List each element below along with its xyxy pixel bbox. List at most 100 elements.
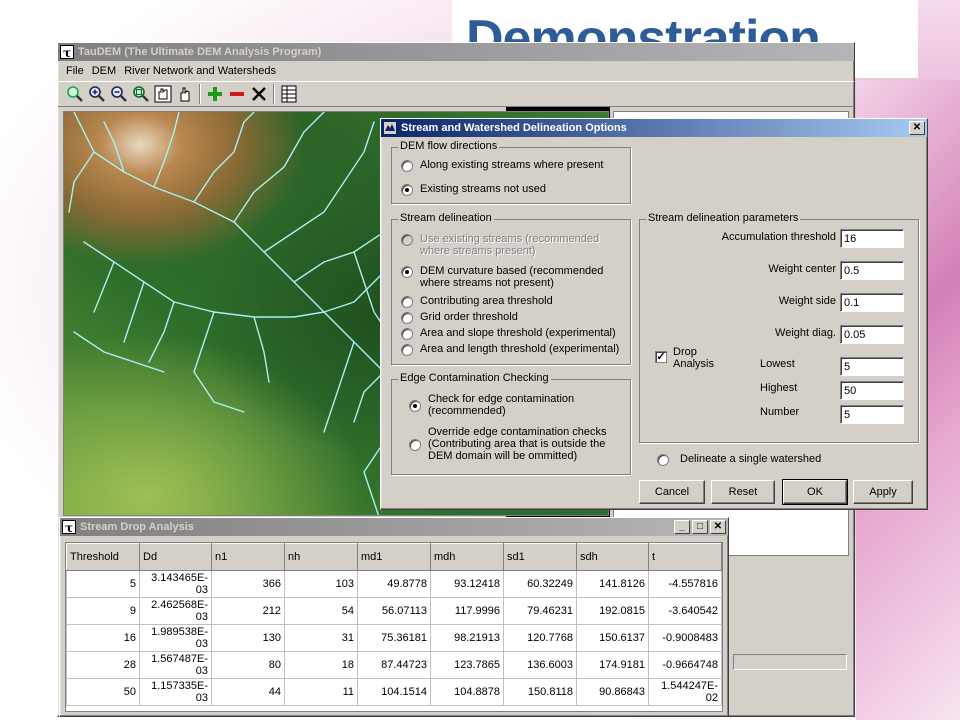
- table-cell: 1.989538E-03: [139, 624, 212, 652]
- tau-icon: τ: [60, 45, 74, 60]
- delete-icon[interactable]: [248, 83, 270, 105]
- table-row[interactable]: 9 2.462568E-03 212 54 56.07113 117.9996 79.462…: [66, 597, 722, 625]
- stream-radio-3[interactable]: [401, 312, 413, 324]
- table-cell: 117.9996: [430, 597, 504, 625]
- table-row[interactable]: 16 1.989538E-03 130 31 75.36181 98.21913 120.7…: [66, 624, 722, 652]
- column-header[interactable]: md1: [357, 543, 431, 571]
- table-row[interactable]: 28 1.567487E-03 80 18 87.44723 123.7865 136.60…: [66, 651, 722, 679]
- pan-icon[interactable]: [152, 83, 174, 105]
- dialog-titlebar[interactable]: Stream and Watershed Delineation Options…: [381, 119, 927, 137]
- edge-option-override[interactable]: Override edge contamination checks (Cont…: [409, 426, 624, 462]
- table-cell: 56.07113: [357, 597, 431, 625]
- stream-option-label: Area and slope threshold (experimental): [420, 327, 616, 339]
- zoom-in-plus-icon[interactable]: [86, 83, 108, 105]
- number-input[interactable]: [840, 405, 904, 424]
- zoom-in-icon[interactable]: [64, 83, 86, 105]
- toolbar-separator: [273, 84, 275, 104]
- table-cell: 90.86843: [576, 678, 649, 706]
- highest-label: Highest: [760, 382, 798, 394]
- single-watershed-label: Delineate a single watershed: [680, 453, 822, 465]
- edge-option-label: Override edge contamination checks (Cont…: [428, 426, 607, 462]
- table-cell: 150.8118: [503, 678, 577, 706]
- column-header[interactable]: mdh: [430, 543, 504, 571]
- table-icon[interactable]: [278, 83, 300, 105]
- cancel-button[interactable]: Cancel: [639, 480, 705, 504]
- minimize-icon[interactable]: _: [674, 520, 690, 534]
- main-titlebar[interactable]: τ TauDEM (The Ultimate DEM Analysis Prog…: [58, 43, 854, 61]
- table-cell: 174.9181: [576, 651, 649, 679]
- edge-option-check[interactable]: Check for edge contamination (recommende…: [409, 393, 624, 417]
- parameters-group: Stream delineation parameters Accumulati…: [639, 212, 919, 443]
- flow-option-label: Existing streams not used: [420, 183, 546, 195]
- maximize-icon[interactable]: □: [692, 520, 708, 534]
- table-row[interactable]: 50 1.157335E-03 44 11 104.1514 104.8878 150.81…: [66, 678, 722, 706]
- table-cell: 1.567487E-03: [139, 651, 212, 679]
- lowest-input[interactable]: [840, 357, 904, 376]
- close-icon[interactable]: ✕: [909, 121, 925, 135]
- zoom-extent-icon[interactable]: [130, 83, 152, 105]
- toolbar: [58, 81, 854, 107]
- lowest-label: Lowest: [760, 358, 795, 370]
- highest-input[interactable]: [840, 381, 904, 400]
- column-header[interactable]: sdh: [576, 543, 649, 571]
- table-cell: 3.143465E-03: [139, 570, 212, 598]
- flow-directions-group: DEM flow directions Along existing strea…: [391, 140, 631, 204]
- table-cell: 136.6003: [503, 651, 577, 679]
- table-cell: 60.32249: [503, 570, 577, 598]
- table-cell: 18: [284, 651, 358, 679]
- flow-radio-0[interactable]: [401, 160, 413, 172]
- stream-radio-1[interactable]: [401, 266, 413, 278]
- stream-radio-5[interactable]: [401, 344, 413, 356]
- close-icon[interactable]: ✕: [710, 520, 726, 534]
- stream-option-area-slope[interactable]: Area and slope threshold (experimental): [401, 327, 616, 340]
- table-cell: 130: [211, 624, 285, 652]
- table-cell: 1.544247E-02: [648, 678, 722, 706]
- stream-radio-4[interactable]: [401, 328, 413, 340]
- accumulation-threshold-input[interactable]: [840, 229, 904, 248]
- table-cell: 123.7865: [430, 651, 504, 679]
- edge-radio-1[interactable]: [409, 439, 421, 451]
- table-cell: 104.1514: [357, 678, 431, 706]
- menu-dem[interactable]: DEM: [88, 65, 120, 77]
- single-watershed-radio[interactable]: [657, 454, 669, 466]
- flow-option-along-streams[interactable]: Along existing streams where present: [401, 159, 603, 172]
- column-header[interactable]: Dd: [139, 543, 212, 571]
- stream-option-area-length[interactable]: Area and length threshold (experimental): [401, 343, 619, 356]
- zoom-out-icon[interactable]: [108, 83, 130, 105]
- apply-button[interactable]: Apply: [853, 480, 913, 504]
- stream-option-curvature[interactable]: DEM curvature based (recommended where s…: [401, 265, 621, 289]
- weight-diag-input[interactable]: [840, 325, 904, 344]
- menu-file[interactable]: File: [62, 65, 88, 77]
- column-header[interactable]: nh: [284, 543, 358, 571]
- flow-radio-1[interactable]: [401, 184, 413, 196]
- drop-titlebar[interactable]: τ Stream Drop Analysis _ □ ✕: [60, 518, 728, 536]
- edge-radio-0[interactable]: [409, 400, 421, 412]
- stream-option-grid-order[interactable]: Grid order threshold: [401, 311, 518, 324]
- single-watershed-option[interactable]: Delineate a single watershed: [657, 453, 821, 466]
- remove-icon[interactable]: [226, 83, 248, 105]
- stream-option-label: Use existing streams (recommended where …: [420, 233, 600, 257]
- column-header[interactable]: n1: [211, 543, 285, 571]
- select-hand-icon[interactable]: [174, 83, 196, 105]
- weight-side-input[interactable]: [840, 293, 904, 312]
- stream-radio-0[interactable]: [401, 234, 413, 246]
- table-row[interactable]: 5 3.143465E-03 366 103 49.8778 93.12418 60.322…: [66, 570, 722, 598]
- menu-river-network[interactable]: River Network and Watersheds: [120, 65, 280, 77]
- table-cell: 98.21913: [430, 624, 504, 652]
- stream-radio-2[interactable]: [401, 296, 413, 308]
- flow-option-not-used[interactable]: Existing streams not used: [401, 183, 546, 196]
- column-header[interactable]: t: [648, 543, 722, 571]
- table-cell: 49.8778: [357, 570, 431, 598]
- column-header[interactable]: sd1: [503, 543, 577, 571]
- table-cell: 44: [211, 678, 285, 706]
- drop-analysis-checkbox[interactable]: ✓: [655, 351, 667, 363]
- ok-button[interactable]: OK: [782, 479, 848, 505]
- dialog-title: Stream and Watershed Delineation Options: [401, 122, 627, 134]
- reset-button[interactable]: Reset: [711, 480, 775, 504]
- drop-analysis-grid[interactable]: Threshold Dd n1 nh md1 mdh sd1 sdh t 5 3.143465E-…: [65, 542, 723, 712]
- column-header[interactable]: Threshold: [66, 543, 140, 571]
- weight-center-input[interactable]: [840, 261, 904, 280]
- stream-option-existing[interactable]: Use existing streams (recommended where …: [401, 233, 621, 257]
- add-icon[interactable]: [204, 83, 226, 105]
- stream-option-contributing-area[interactable]: Contributing area threshold: [401, 295, 553, 308]
